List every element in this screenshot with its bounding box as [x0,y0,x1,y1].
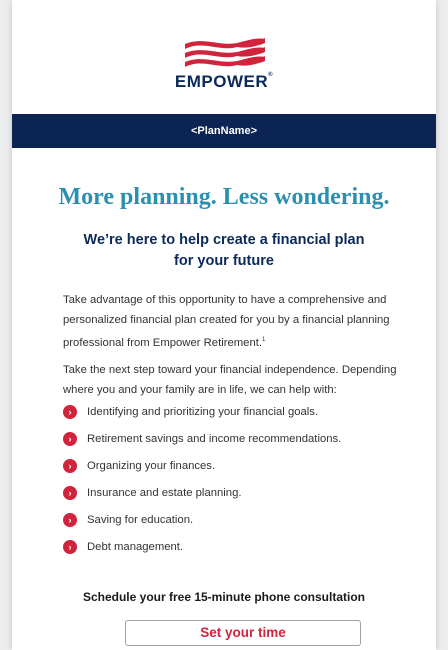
services-list: › Identifying and prioritizing your finan… [63,398,423,560]
plan-name-banner: <PlanName> [12,114,436,148]
set-your-time-button[interactable]: Set your time [125,620,361,646]
plan-name: <PlanName> [190,125,258,137]
list-item: › Organizing your finances. [63,452,423,479]
list-item: › Debt management. [63,533,423,560]
cta-text: Schedule your free 15-minute phone consu… [82,590,366,604]
chevron-right-circle-icon: › [63,431,77,446]
list-item: › Identifying and prioritizing your finan… [63,398,423,425]
logo: EMPOWER® [12,34,436,92]
subheadline: We’re here to help create a financial pl… [83,232,365,269]
headline: More planning. Less wondering. [58,184,390,210]
next-step-paragraph: Take the next step toward your financial… [63,364,397,396]
empower-flag-icon [185,38,265,67]
chevron-right-circle-icon: › [63,512,77,527]
chevron-right-circle-icon: › [63,458,77,473]
list-item: › Insurance and estate planning. [63,479,423,506]
chevron-right-circle-icon: › [63,404,77,419]
chevron-right-circle-icon: › [63,485,77,500]
email-card: EMPOWER® <PlanName> More planning. Less … [12,0,436,650]
intro-paragraph: Take advantage of this opportunity to ha… [63,294,390,349]
logo-wordmark: EMPOWER® [174,72,274,91]
footnote-marker: 1 [262,337,266,343]
chevron-right-circle-icon: › [63,539,77,554]
list-item: › Saving for education. [63,506,423,533]
list-item: › Retirement savings and income recommend… [63,425,423,452]
